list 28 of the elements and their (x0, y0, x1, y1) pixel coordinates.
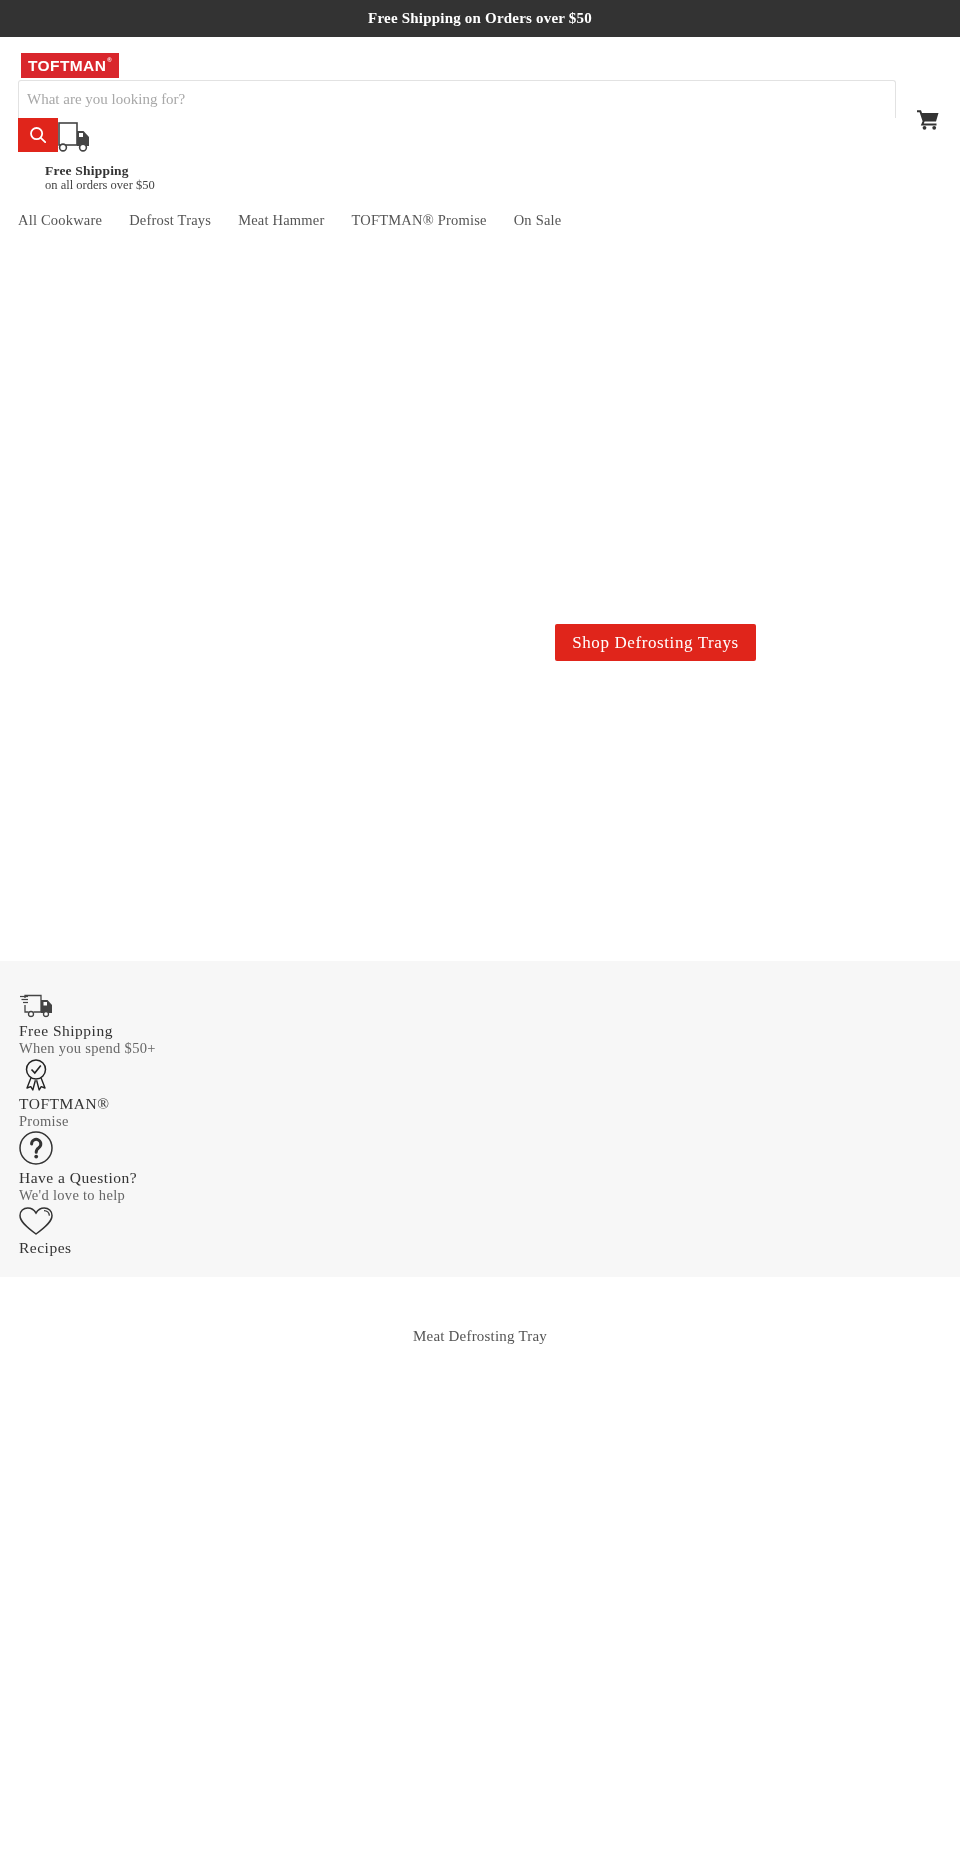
feature-subtitle: Promise (19, 1113, 69, 1130)
section-title: Meat Defrosting Tray (413, 1327, 547, 1346)
question-mark-icon (19, 1131, 53, 1165)
feature-title: Recipes (19, 1239, 72, 1256)
feature-subtitle: We'd love to help (19, 1187, 125, 1204)
feature-title: TOFTMAN® (19, 1095, 110, 1112)
announcement-text: Free Shipping on Orders over $50 (368, 10, 592, 27)
shipping-promo-title: Free Shipping (45, 163, 130, 178)
heart-icon (19, 1207, 53, 1235)
award-ribbon-icon (25, 1059, 47, 1091)
cart-icon (917, 109, 939, 130)
feature-title: Have a Question? (19, 1169, 138, 1186)
shop-button[interactable]: Shop Defrosting Trays (555, 624, 756, 661)
nav-link[interactable]: Meat Hammer (238, 210, 325, 230)
feature-subtitle: When you spend $50+ (19, 1040, 156, 1057)
truck-icon (19, 994, 53, 1018)
nav-link[interactable]: Defrost Trays (129, 210, 212, 230)
cart-button[interactable] (917, 109, 939, 130)
search-field[interactable]: What are you looking for? (18, 80, 896, 118)
logo[interactable]: TOFTMAN$^{®}$ (21, 53, 120, 78)
nav-link[interactable]: On Sale (513, 210, 562, 230)
truck-icon (58, 122, 90, 152)
feature-title: Free Shipping (19, 1022, 113, 1039)
shipping-promo-subtitle: on all orders over $50 (45, 178, 155, 192)
search-icon (30, 127, 46, 143)
search-button[interactable] (18, 118, 58, 152)
nav-link[interactable]: TOFTMAN® Promise (351, 210, 487, 230)
nav-link[interactable]: All Cookware (18, 210, 103, 230)
